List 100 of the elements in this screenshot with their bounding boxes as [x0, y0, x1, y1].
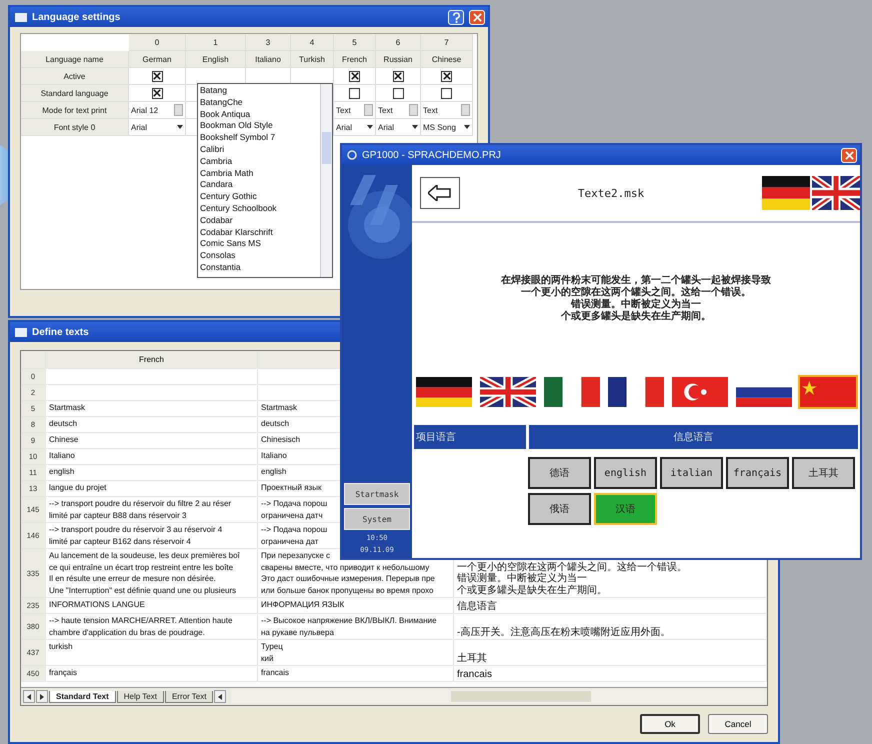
- language-button[interactable]: 汉语: [594, 493, 657, 525]
- font-option[interactable]: Bookshelf Symbol 7: [200, 132, 318, 144]
- table-cell: --> transport poudre du réservoir du filtre 2 au réser limité par capteur B88 dans réservoir 3: [49, 498, 232, 521]
- language-button[interactable]: 土耳其: [792, 457, 855, 489]
- window-title: GP1000 - SPRACHDEMO.PRJ: [362, 150, 501, 160]
- table-cell-text: При перезапуске с сварены вместе, что приводит к небольшому Это даст ошибочные измерения. Перерыв пре или больше банок пропущены во время прохо: [261, 551, 435, 596]
- help-button[interactable]: [448, 10, 464, 24]
- sheet-tab[interactable]: Standard Text: [49, 690, 116, 702]
- table-cell: Startmask: [261, 402, 298, 414]
- close-button[interactable]: [469, 10, 485, 24]
- flag-icon[interactable]: [812, 176, 860, 210]
- sheet-tab[interactable]: Error Text: [164, 690, 214, 702]
- table-cell: Startmask: [49, 402, 86, 414]
- side-button[interactable]: Startmask: [344, 483, 410, 505]
- language-name: French: [334, 51, 376, 68]
- font-value: Arial: [131, 122, 148, 132]
- flag-button[interactable]: [414, 375, 474, 409]
- table-cell: francais: [261, 667, 290, 678]
- column-header: 1: [186, 34, 246, 51]
- caret-left-icon: [27, 694, 31, 700]
- scrollbar[interactable]: [231, 690, 767, 703]
- font-option[interactable]: Consolas: [200, 250, 318, 262]
- scrollbar[interactable]: [320, 84, 332, 277]
- previous-tab-button[interactable]: [23, 690, 35, 703]
- font-option[interactable]: Century Gothic: [200, 191, 318, 203]
- table-cell: ИНФОРМАЦИЯ ЯЗЫК: [261, 599, 344, 610]
- table-cell: Italiano: [49, 450, 75, 462]
- font-option[interactable]: Candara: [200, 179, 318, 192]
- dropdown-arrow-icon[interactable]: [177, 125, 183, 129]
- row-label: Language name: [21, 51, 129, 68]
- language-button[interactable]: italian: [660, 457, 723, 489]
- section-header: 信息语言: [529, 425, 858, 449]
- checkbox[interactable]: [441, 88, 452, 98]
- language-button[interactable]: français: [726, 457, 789, 489]
- table-cell: --> haute tension MARCHE/ARRET. Attention haute chambre d'application du bras de poudrage.: [49, 615, 232, 638]
- language-button[interactable]: 德语: [528, 457, 591, 489]
- dropdown-arrow-icon[interactable]: [367, 125, 373, 129]
- left-arrow-icon: [428, 185, 452, 201]
- checkbox[interactable]: [392, 70, 404, 82]
- row-label: Active: [21, 68, 129, 85]
- table-cell: --> transport poudre du réservoir 3 au réservoir 4 limité par capteur B162 dans réservoir 4: [49, 524, 222, 547]
- font-option[interactable]: Cambria: [200, 156, 318, 168]
- font-option[interactable]: Century Schoolbook: [200, 202, 318, 215]
- checkbox[interactable]: [349, 70, 360, 82]
- column-header: 6: [376, 34, 421, 51]
- font-option[interactable]: Constantia: [200, 262, 318, 274]
- font-option[interactable]: Cambria Math: [200, 168, 318, 180]
- font-option[interactable]: BatangChe: [200, 96, 318, 109]
- print-mode-value: Arial 12: [131, 106, 158, 114]
- table-cell: 土耳其: [457, 652, 487, 664]
- caret-left-icon: [218, 694, 222, 700]
- next-tab-button[interactable]: [36, 690, 48, 703]
- column-header: 7: [421, 34, 473, 51]
- scroll-left-button[interactable]: [214, 690, 226, 703]
- print-mode-value: Text: [378, 106, 393, 114]
- font-option[interactable]: Batang: [200, 85, 318, 97]
- window-icon: [15, 12, 27, 22]
- dropdown-arrow-icon[interactable]: [412, 125, 418, 129]
- table-cell: INFORMATIONS LANGUE: [49, 599, 145, 610]
- row-label: Font style 0: [21, 119, 129, 136]
- font-option[interactable]: Bookman Old Style: [200, 120, 318, 132]
- table-cell: turkish: [49, 641, 73, 652]
- table-cell: francais: [457, 668, 492, 680]
- font-option[interactable]: Comic Sans MS: [200, 238, 318, 250]
- sheet-tab[interactable]: Help Text: [116, 690, 164, 702]
- close-button[interactable]: [841, 148, 857, 162]
- table-cell: Проектный язык: [261, 482, 322, 494]
- window-icon: [15, 328, 27, 336]
- window-title: Define texts: [32, 326, 89, 338]
- flag-button[interactable]: [542, 375, 602, 409]
- message-line: 一个更小的空隙在这两个罐头之间。这给一个错误。: [521, 287, 751, 298]
- language-name: German: [129, 51, 186, 68]
- checkbox[interactable]: [349, 88, 360, 98]
- dialog-button[interactable]: Cancel: [708, 714, 768, 734]
- flag-button[interactable]: [606, 375, 666, 409]
- column-header: 3: [246, 34, 291, 51]
- checkbox[interactable]: [152, 88, 162, 98]
- column-header: 5: [334, 34, 376, 51]
- font-value: MS Song: [423, 122, 456, 132]
- flag-icon[interactable]: [762, 176, 810, 210]
- checkbox[interactable]: [152, 70, 162, 82]
- language-button[interactable]: english: [594, 457, 657, 489]
- flag-button[interactable]: [478, 375, 538, 409]
- font-option[interactable]: Book Antiqua: [200, 108, 318, 120]
- dialog-button[interactable]: Ok: [640, 714, 700, 734]
- font-option[interactable]: Calibri: [200, 144, 318, 156]
- close-icon: [844, 150, 854, 160]
- close-icon: [472, 12, 482, 22]
- dropdown-arrow-icon[interactable]: [464, 125, 470, 129]
- checkbox[interactable]: [441, 70, 452, 82]
- back-button[interactable]: [420, 177, 460, 209]
- font-option[interactable]: Codabar: [200, 214, 318, 227]
- column-header: French: [139, 355, 164, 364]
- column-header: 0: [129, 34, 186, 51]
- language-button[interactable]: 俄语: [528, 493, 591, 525]
- print-mode-value: Text: [336, 106, 351, 114]
- side-button[interactable]: System: [344, 508, 410, 530]
- font-option[interactable]: Codabar Klarschrift: [200, 226, 318, 238]
- checkbox[interactable]: [392, 88, 404, 98]
- table-cell: français: [49, 667, 78, 678]
